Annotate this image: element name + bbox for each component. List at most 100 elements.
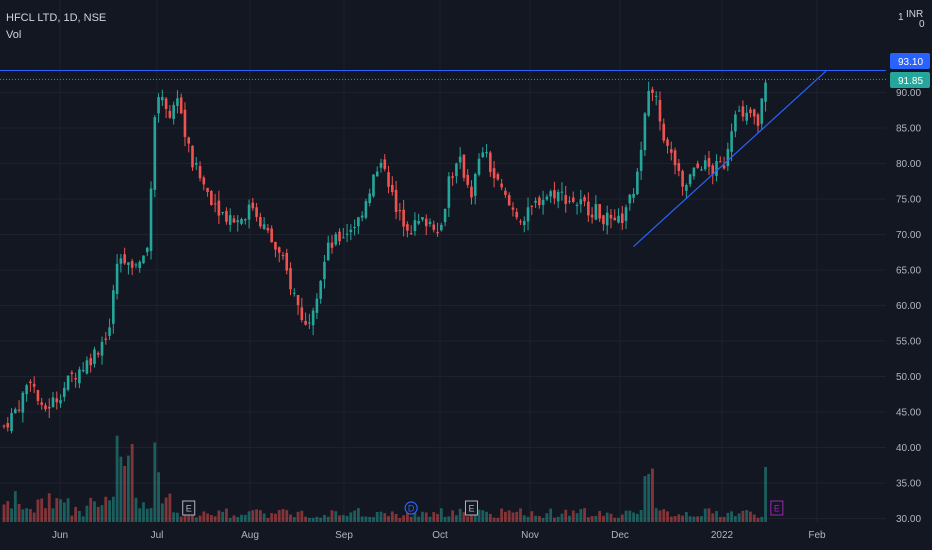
candle-body [259,216,262,227]
volume-bar [466,516,470,522]
candle-body [707,157,711,167]
candle-body [700,169,703,171]
candle-body [330,242,334,248]
candle-body [455,163,458,177]
candle-body [93,349,96,365]
volume-bar [28,509,32,522]
candle-body [722,165,726,169]
volume-bar [643,476,647,522]
price-tick-label: 85.00 [896,123,921,134]
volume-bar [432,512,436,522]
candle-body [74,378,77,380]
volume-bar [251,510,255,522]
volume-bar [289,514,292,522]
candle-body [424,218,428,227]
volume-bar [119,456,123,522]
volume-bar [658,510,662,522]
candle-body [119,258,123,264]
volume-bar [722,516,726,522]
volume-bar [70,515,74,522]
volume-bar [345,515,349,522]
candle-body [372,174,375,197]
candle-body [530,205,534,207]
candle-body [281,254,285,257]
volume-bar [213,516,217,522]
price-tick-label: 45.00 [896,407,921,418]
price-tick-label: 50.00 [896,372,921,383]
volume-bar [485,511,488,522]
candle-body [636,171,639,195]
volume-bar [168,493,172,522]
candle-body [406,224,409,231]
volume-bar [711,513,715,522]
candle-body [59,400,62,404]
volume-bar [100,505,104,522]
candle-body [605,212,609,226]
candle-body [703,160,707,170]
candle-body [47,406,51,409]
volume-bar [326,516,330,522]
resistance-price-tag-text: 93.10 [898,57,923,68]
volume-bar [447,516,451,522]
candle-body [232,218,236,223]
volume-bar [217,510,221,522]
candle-body [36,390,40,401]
candle-body [432,224,436,230]
candle-body [198,166,202,179]
candle-body [470,186,473,198]
volume-bar [62,502,66,522]
volume-bar [583,508,586,522]
volume-bar [6,501,10,522]
volume-bar [402,515,406,522]
price-tick-label: 90.00 [896,88,921,99]
candle-body [32,383,36,387]
candle-body [496,174,500,180]
time-axis[interactable]: Jun Jul Aug Sep Oct Nov Dec 2022 Feb [52,530,826,541]
volume-bar [556,516,560,522]
candle-body [741,106,745,117]
candle-body [145,247,149,253]
price-chart[interactable]: E D E E 30.00 35.00 40.00 45.00 50.00 55.00 60.00 6… [0,0,932,550]
volume-bar [10,508,13,522]
volume-bar [179,516,183,522]
volume-bar [274,513,277,522]
volume-bar [266,517,270,522]
volume-label[interactable]: Vol [6,27,106,44]
candle-body [719,161,722,163]
volume-bar [356,508,360,522]
candle-body [560,191,564,193]
volume-bar [564,509,568,522]
trend-line[interactable] [633,70,827,247]
candle-body [108,327,111,336]
volume-bar [575,513,579,522]
candle-body [353,226,356,228]
candle-body [296,294,300,306]
volume-bar [368,516,372,522]
candle-body [639,149,643,171]
volume-bar [409,516,413,522]
symbol-title[interactable]: HFCL LTD, 1D, NSE [6,10,106,27]
candle-body [764,82,767,102]
volume-bar [59,499,62,522]
volume-bar [458,508,462,522]
volume-bar [522,515,526,522]
candle-body [440,224,443,231]
candle-body [602,215,605,225]
volume-bar [300,510,304,522]
volume-bar [745,510,749,522]
candle-body [681,170,684,187]
candle-body [130,261,134,268]
volume-bar [236,517,240,522]
candle-body [443,209,447,223]
volume-bar [225,508,228,522]
time-tick-label: Jun [52,530,68,541]
candle-body [55,398,59,403]
earnings-marker-label: E [468,504,474,514]
candle-body [277,247,281,253]
candle-body [142,255,145,264]
candle-body [394,189,398,212]
price-axis[interactable]: 30.00 35.00 40.00 45.00 50.00 55.00 60.00 65.00… [896,88,921,525]
candle-body [161,96,164,101]
volume-bar [296,511,300,522]
candle-body [473,173,477,196]
